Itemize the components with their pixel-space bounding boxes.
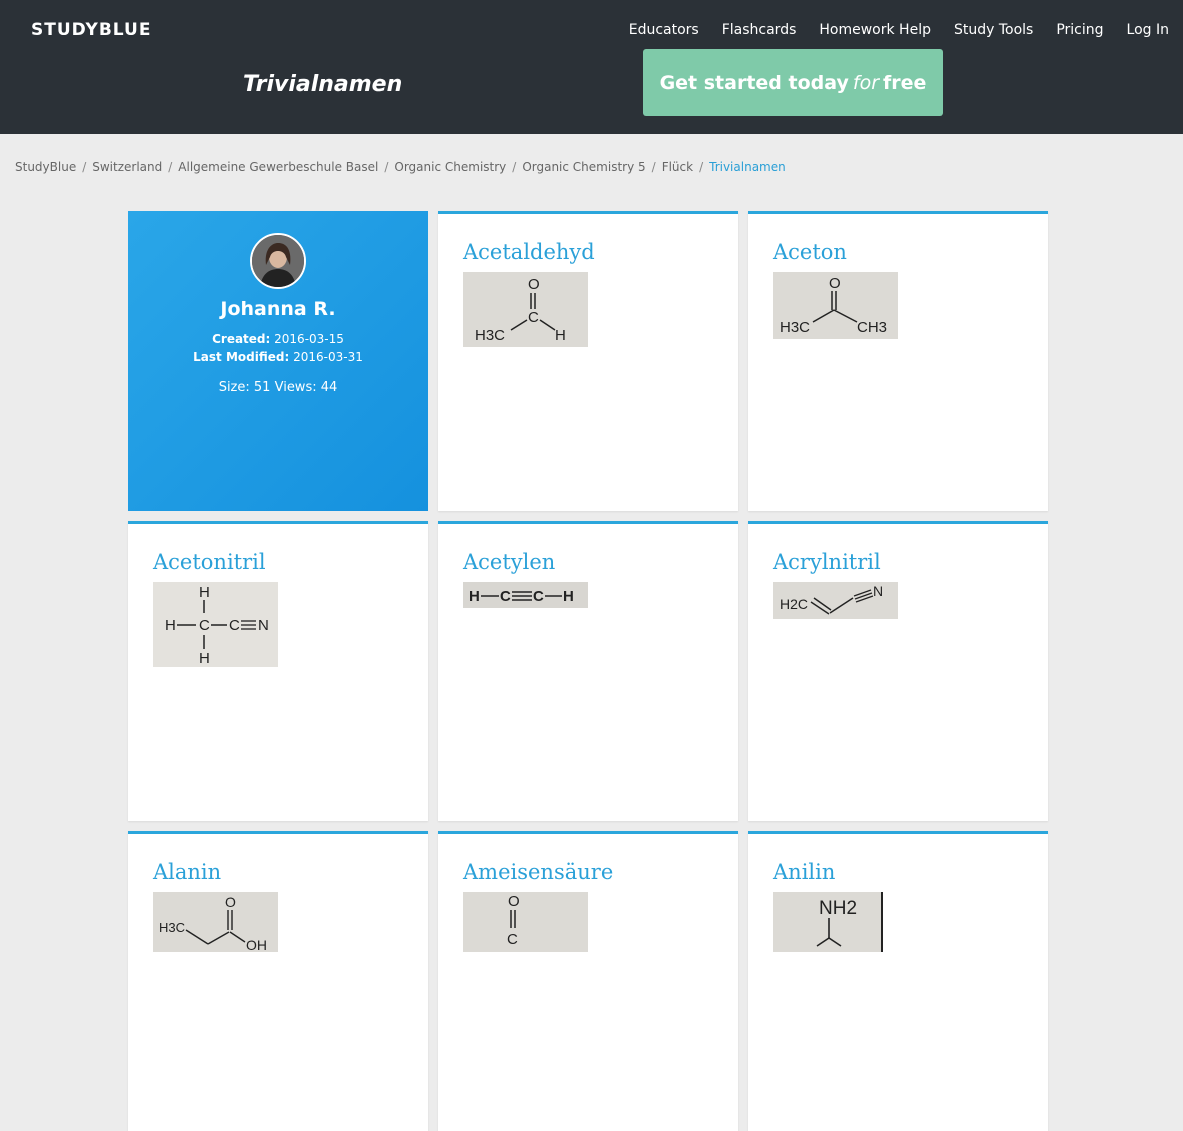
atom-label: O (528, 276, 540, 293)
atom-label: NH2 (819, 898, 857, 919)
modified-label: Last Modified: (193, 350, 290, 364)
flashcard-ameisensaure[interactable]: Ameisensäure O C (438, 831, 738, 1131)
flashcard-alanin[interactable]: Alanin H3C O OH (128, 831, 428, 1131)
breadcrumb: StudyBlue / Switzerland / Allgemeine Gewer… (15, 160, 786, 174)
atom-label: C (507, 931, 518, 948)
atom-label: O (829, 275, 841, 292)
nav-homework-help[interactable]: Homework Help (819, 22, 931, 38)
nav-log-in[interactable]: Log In (1127, 22, 1169, 38)
avatar[interactable] (250, 233, 306, 289)
views-label: Views: (274, 380, 317, 395)
atom-label: H (563, 588, 574, 605)
get-started-button[interactable]: Get started today for free (643, 49, 943, 116)
acrylonitrile-structure-image: H2C N (773, 582, 898, 619)
atom-label: C (528, 309, 539, 326)
atom-label: N (873, 583, 883, 599)
breadcrumb-separator: / (82, 160, 87, 174)
flashcard-anilin[interactable]: Anilin NH2 (748, 831, 1048, 1131)
deck-title: Trivialnamen (243, 72, 403, 97)
cta-suffix: free (883, 71, 927, 94)
atom-label: H3C (475, 327, 505, 344)
card-term: Acrylnitril (773, 550, 881, 574)
alanine-structure-image: H3C O OH (153, 892, 278, 952)
cta-for: for (852, 71, 879, 94)
atom-label: H3C (780, 319, 810, 336)
atom-label: OH (246, 937, 267, 952)
created-date: 2016-03-15 (274, 332, 344, 346)
atom-label: O (225, 894, 236, 910)
atom-label: CH3 (857, 319, 887, 336)
breadcrumb-separator: / (512, 160, 517, 174)
deck-dates: Created: 2016-03-15 Last Modified: 2016-… (128, 330, 428, 366)
modified-date: 2016-03-31 (293, 350, 363, 364)
atom-label: C (500, 588, 511, 605)
deck-owner-card: Johanna R. Created: 2016-03-15 Last Modi… (128, 211, 428, 511)
card-term: Aceton (773, 240, 847, 264)
size-label: Size: (218, 380, 250, 395)
breadcrumb-current: Trivialnamen (709, 160, 786, 174)
card-term: Acetaldehyd (463, 240, 595, 264)
atom-label: C (199, 617, 210, 634)
deck-stats: Size: 51 Views: 44 (128, 380, 428, 395)
atom-label: C (229, 617, 240, 634)
card-term: Acetylen (463, 550, 556, 574)
atom-label: H (555, 327, 566, 344)
breadcrumb-separator: / (384, 160, 389, 174)
atom-label: H2C (780, 596, 808, 612)
breadcrumb-organic-chemistry-5[interactable]: Organic Chemistry 5 (522, 160, 645, 174)
owner-name: Johanna R. (220, 298, 336, 320)
atom-label: O (508, 893, 520, 910)
cta-prefix: Get started today (659, 71, 849, 94)
nav-study-tools[interactable]: Study Tools (954, 22, 1033, 38)
flashcard-acetonitril[interactable]: Acetonitril H H C C N H (128, 521, 428, 821)
formic-acid-structure-image: O C (463, 892, 588, 952)
atom-label: H (165, 617, 176, 634)
breadcrumb-separator: / (699, 160, 704, 174)
breadcrumb-separator: / (651, 160, 656, 174)
flashcard-acrylnitril[interactable]: Acrylnitril H2C N (748, 521, 1048, 821)
atom-label: H (199, 650, 210, 667)
nav-educators[interactable]: Educators (629, 22, 699, 38)
card-term: Anilin (773, 860, 836, 884)
breadcrumb-organic-chemistry[interactable]: Organic Chemistry (394, 160, 506, 174)
card-term: Ameisensäure (463, 860, 614, 884)
breadcrumb-fluck[interactable]: Flück (662, 160, 693, 174)
size-value: 51 (253, 380, 271, 395)
breadcrumb-studyblue[interactable]: StudyBlue (15, 160, 76, 174)
breadcrumb-separator: / (168, 160, 173, 174)
top-nav: Educators Flashcards Homework Help Study… (629, 22, 1169, 38)
atom-label: H (469, 588, 480, 605)
nav-flashcards[interactable]: Flashcards (722, 22, 797, 38)
views-value: 44 (320, 380, 338, 395)
card-term: Alanin (153, 860, 222, 884)
acetylene-structure-image: H C C H (463, 582, 588, 608)
breadcrumb-switzerland[interactable]: Switzerland (92, 160, 162, 174)
acetone-structure-image: O H3C CH3 (773, 272, 898, 339)
atom-label: C (533, 588, 544, 605)
flashcard-acetaldehyd[interactable]: Acetaldehyd O C H3C H (438, 211, 738, 511)
flashcard-acetylen[interactable]: Acetylen H C C H (438, 521, 738, 821)
breadcrumb-school[interactable]: Allgemeine Gewerbeschule Basel (178, 160, 378, 174)
card-term: Acetonitril (153, 550, 266, 574)
acetonitrile-structure-image: H H C C N H (153, 582, 278, 667)
nav-pricing[interactable]: Pricing (1056, 22, 1103, 38)
atom-label: N (258, 617, 269, 634)
aniline-structure-image: NH2 (773, 892, 883, 952)
atom-label: H3C (159, 920, 185, 935)
created-label: Created: (212, 332, 271, 346)
acetaldehyde-structure-image: O C H3C H (463, 272, 588, 347)
site-header: STUDYBLUE Educators Flashcards Homework … (0, 0, 1183, 134)
flashcard-aceton[interactable]: Aceton O H3C CH3 (748, 211, 1048, 511)
studyblue-logo[interactable]: STUDYBLUE (31, 20, 151, 40)
atom-label: H (199, 584, 210, 601)
